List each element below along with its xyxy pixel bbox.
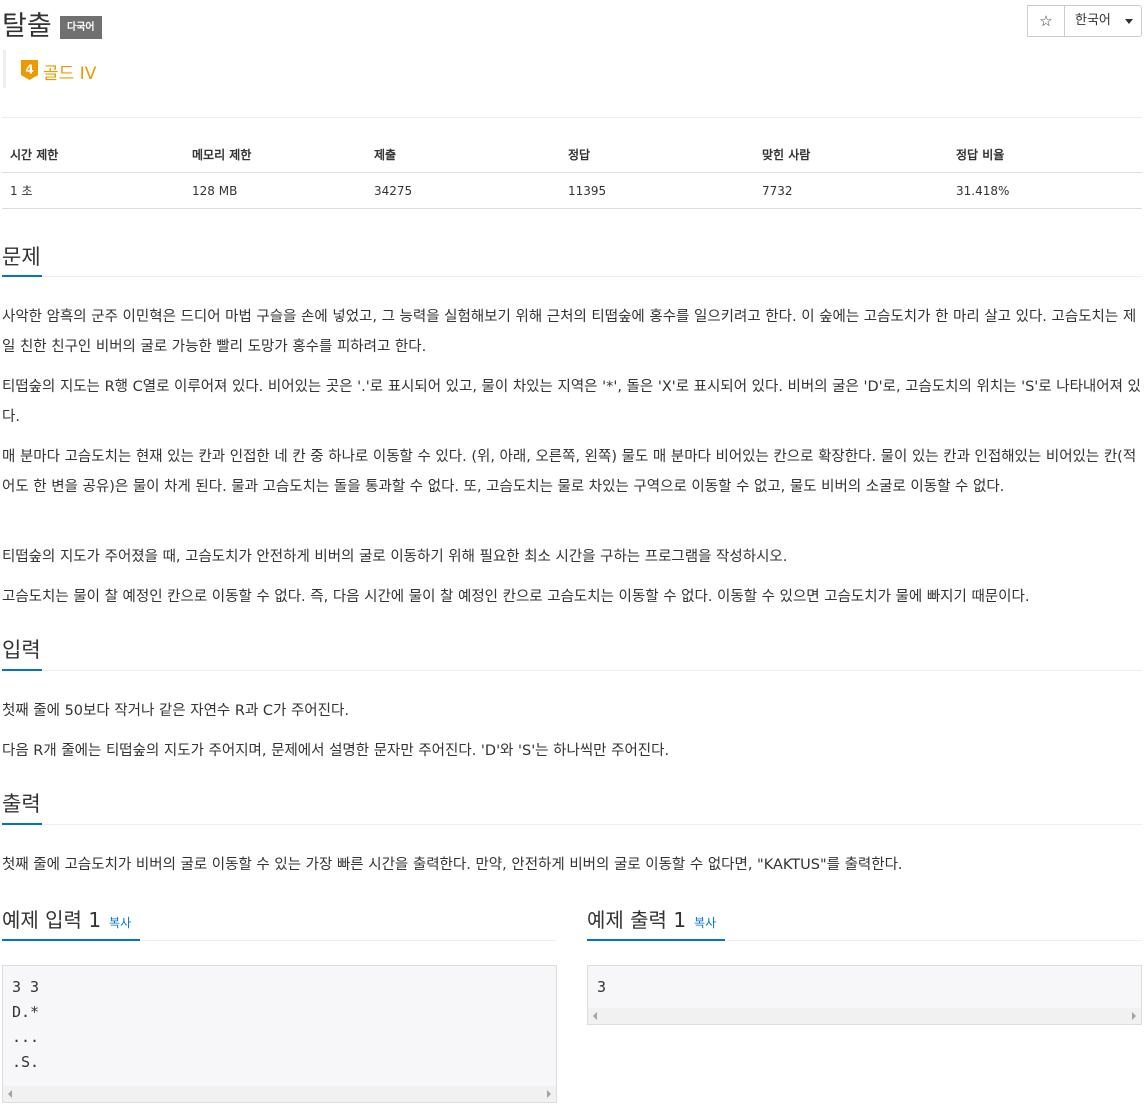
section-accent: [587, 939, 725, 941]
header-accepted: 정답: [560, 137, 754, 173]
memory-limit-value: 128 MB: [184, 172, 366, 209]
time-limit-value: 1 초: [2, 172, 184, 209]
star-icon: ☆: [1039, 12, 1053, 30]
scroll-right-icon[interactable]: [547, 1090, 551, 1098]
header-time-limit: 시간 제한: [2, 137, 184, 173]
section-divider: [2, 824, 1142, 825]
section-accent: [2, 939, 140, 941]
sample-input-line: 3 3: [12, 978, 40, 996]
copy-input-button[interactable]: 복사: [109, 916, 131, 930]
problem-paragraph: 매 분마다 고슴도치는 현재 있는 칸과 인접한 네 칸 중 하나로 이동할 수…: [2, 449, 1137, 495]
input-section-title: 입력: [2, 638, 41, 662]
tier-label[interactable]: 4 골드 IV: [3, 50, 96, 88]
problem-section-title: 문제: [2, 245, 41, 269]
gold-tier-icon: 4: [21, 60, 38, 80]
section-divider: [2, 276, 1142, 277]
sample-output-box[interactable]: 3: [587, 965, 1142, 1025]
problem-header: 탈출 다국어 ☆ 한국어 4 골드 IV: [0, 0, 1147, 100]
sample-input-line: D.*: [12, 1003, 40, 1021]
input-paragraph: 첫째 줄에 50보다 작거나 같은 자연수 R과 C가 주어진다.: [2, 703, 349, 719]
copy-output-button[interactable]: 복사: [694, 916, 716, 930]
language-dropdown-label: 한국어: [1075, 13, 1111, 28]
output-section-title: 출력: [2, 792, 41, 816]
language-dropdown[interactable]: 한국어: [1064, 5, 1142, 37]
problem-paragraph: 티떱숲의 지도는 R행 C열로 이루어져 있다. 비어있는 곳은 '.'로 표시…: [2, 379, 1141, 425]
header-submissions: 제출: [366, 137, 560, 173]
sample-output-title: 예제 출력 1 복사: [587, 904, 716, 933]
problem-paragraph: 사악한 암흑의 군주 이민혁은 드디어 마법 구슬을 손에 넣었고, 그 능력을…: [2, 309, 1137, 355]
caret-down-icon: [1125, 19, 1133, 24]
sample-output-line: 3: [597, 978, 607, 996]
header-accept-rate: 정답 비율: [948, 137, 1142, 173]
header-solved-users: 맞힌 사람: [754, 137, 948, 173]
section-accent: [2, 275, 42, 277]
section-accent: [2, 669, 42, 671]
section-accent: [2, 823, 42, 825]
accept-rate-value: 31.418%: [948, 172, 1142, 209]
submissions-value: 34275: [366, 172, 560, 209]
horizontal-scrollbar[interactable]: [3, 1086, 556, 1102]
divider: [2, 117, 1142, 118]
sample-input-line: .S.: [12, 1053, 40, 1071]
sample-input-title: 예제 입력 1 복사: [2, 904, 131, 933]
sample-input-box[interactable]: 3 3 D.* ... .S.: [2, 965, 557, 1103]
problem-paragraph: 고슴도치는 물이 찰 예정인 칸으로 이동할 수 없다. 즉, 다음 시간에 물…: [2, 589, 1030, 605]
output-paragraph: 첫째 줄에 고슴도치가 비버의 굴로 이동할 수 있는 가장 빠른 시간을 출력…: [2, 857, 903, 873]
sample-input-line: ...: [12, 1028, 40, 1046]
problem-paragraph: 티떱숲의 지도가 주어졌을 때, 고슴도치가 안전하게 비버의 굴로 이동하기 …: [2, 549, 788, 565]
table-row: 1 초 128 MB 34275 11395 7732 31.418%: [2, 172, 1142, 209]
tier-name: 골드 IV: [43, 64, 97, 84]
input-paragraph: 다음 R개 줄에는 티떱숲의 지도가 주어지며, 문제에서 설명한 문자만 주어…: [2, 743, 670, 759]
problem-info-table: 시간 제한 메모리 제한 제출 정답 맞힌 사람 정답 비율 1 초 128 M…: [2, 137, 1142, 209]
multilingual-badge: 다국어: [60, 16, 102, 39]
page-title: 탈출: [2, 11, 52, 42]
tier-level: 4: [25, 63, 33, 77]
section-divider: [2, 670, 1142, 671]
favorite-button[interactable]: ☆: [1027, 5, 1065, 37]
scroll-right-icon[interactable]: [1132, 1012, 1136, 1020]
accepted-value: 11395: [560, 172, 754, 209]
table-header-row: 시간 제한 메모리 제한 제출 정답 맞힌 사람 정답 비율: [2, 137, 1142, 173]
sample-input-title-text: 예제 입력 1: [2, 908, 102, 932]
header-memory-limit: 메모리 제한: [184, 137, 366, 173]
horizontal-scrollbar[interactable]: [588, 1008, 1141, 1024]
sample-output-title-text: 예제 출력 1: [587, 908, 687, 932]
solved-users-value: 7732: [754, 172, 948, 209]
scroll-left-icon[interactable]: [8, 1090, 12, 1098]
scroll-left-icon[interactable]: [593, 1012, 597, 1020]
